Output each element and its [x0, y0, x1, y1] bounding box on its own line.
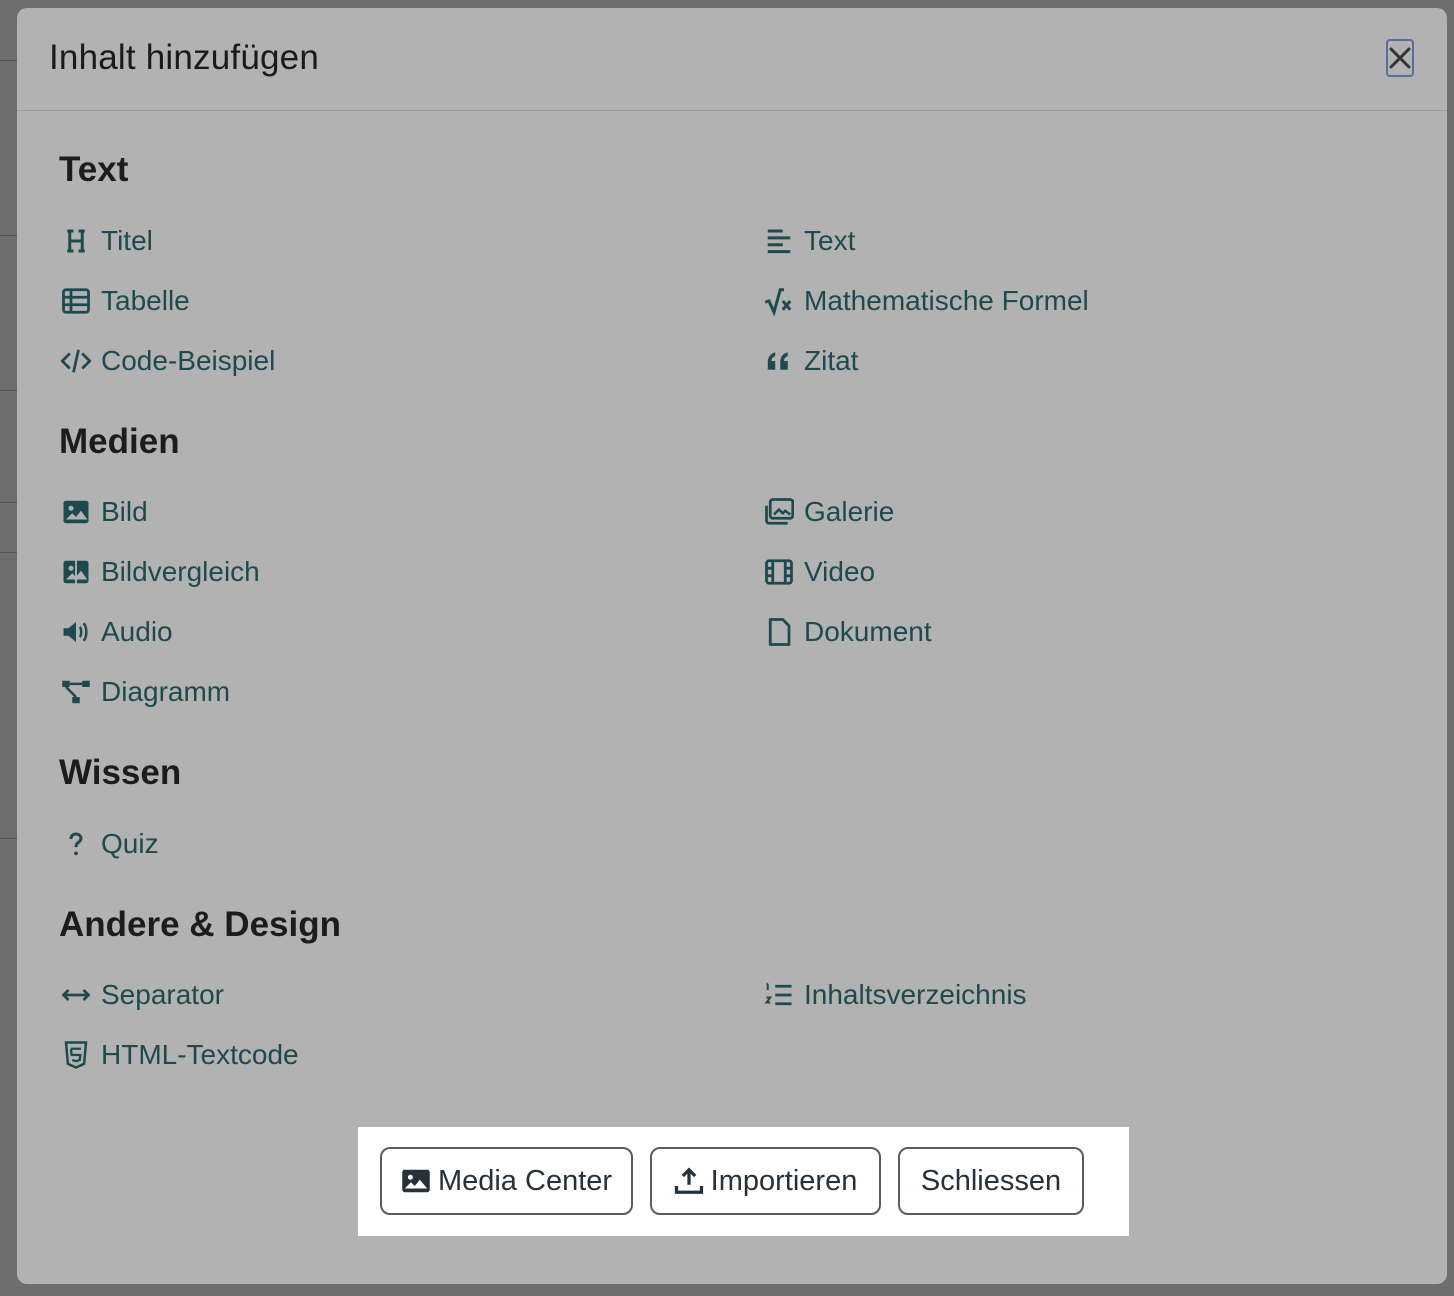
- section-title-andere-design: Andere & Design: [59, 905, 341, 944]
- file-icon: [762, 615, 796, 649]
- film-icon: [762, 555, 796, 589]
- item-dokument[interactable]: Dokument: [762, 612, 932, 652]
- images-icon: [762, 495, 796, 529]
- background-divider: [0, 552, 18, 553]
- close-modal-button[interactable]: Schliessen: [898, 1147, 1084, 1215]
- item-galerie[interactable]: Galerie: [762, 492, 894, 532]
- upload-icon: [674, 1167, 703, 1194]
- item-text[interactable]: Text: [762, 221, 855, 261]
- list-ordered-icon: [762, 978, 796, 1012]
- background-divider: [0, 838, 18, 839]
- table-icon: [59, 284, 93, 318]
- volume-icon: [59, 615, 93, 649]
- modal-header: Inhalt hinzufügen: [17, 8, 1447, 111]
- align-left-icon: [762, 224, 796, 258]
- item-tabelle[interactable]: Tabelle: [59, 281, 190, 321]
- add-content-modal: Inhalt hinzufügen Text Titel Text Tabell…: [17, 8, 1447, 1284]
- square-root-icon: [762, 284, 796, 318]
- import-button[interactable]: Importieren: [650, 1147, 881, 1215]
- background-divider: [0, 60, 18, 61]
- item-html-textcode[interactable]: HTML-Textcode: [59, 1035, 299, 1075]
- close-icon: [1389, 47, 1411, 69]
- section-title-medien: Medien: [59, 422, 180, 461]
- question-icon: [59, 827, 93, 861]
- modal-title: Inhalt hinzufügen: [49, 38, 320, 77]
- item-quiz[interactable]: Quiz: [59, 824, 159, 864]
- section-title-text: Text: [59, 150, 129, 189]
- item-bild[interactable]: Bild: [59, 492, 148, 532]
- heading-icon: [59, 224, 93, 258]
- html5-icon: [59, 1038, 93, 1072]
- item-inhaltsverzeichnis[interactable]: Inhaltsverzeichnis: [762, 975, 1027, 1015]
- item-mathematische-formel[interactable]: Mathematische Formel: [762, 281, 1089, 321]
- media-center-button[interactable]: Media Center: [380, 1147, 633, 1215]
- item-diagramm[interactable]: Diagramm: [59, 672, 230, 712]
- image-icon: [59, 495, 93, 529]
- item-video[interactable]: Video: [762, 552, 875, 592]
- code-icon: [59, 344, 93, 378]
- image-compare-icon: [59, 555, 93, 589]
- image-icon: [402, 1169, 430, 1193]
- item-separator[interactable]: Separator: [59, 975, 224, 1015]
- close-button[interactable]: [1386, 39, 1414, 77]
- background-divider: [0, 502, 18, 503]
- arrows-horizontal-icon: [59, 978, 93, 1012]
- item-zitat[interactable]: Zitat: [762, 341, 858, 381]
- item-audio[interactable]: Audio: [59, 612, 173, 652]
- modal-footer: Media Center Importieren Schliessen: [358, 1127, 1129, 1236]
- background-divider: [0, 235, 18, 236]
- item-bildvergleich[interactable]: Bildvergleich: [59, 552, 260, 592]
- quote-icon: [762, 344, 796, 378]
- item-code-beispiel[interactable]: Code-Beispiel: [59, 341, 275, 381]
- item-titel[interactable]: Titel: [59, 221, 153, 261]
- background-divider: [0, 390, 18, 391]
- diagram-icon: [59, 675, 93, 709]
- section-title-wissen: Wissen: [59, 753, 182, 792]
